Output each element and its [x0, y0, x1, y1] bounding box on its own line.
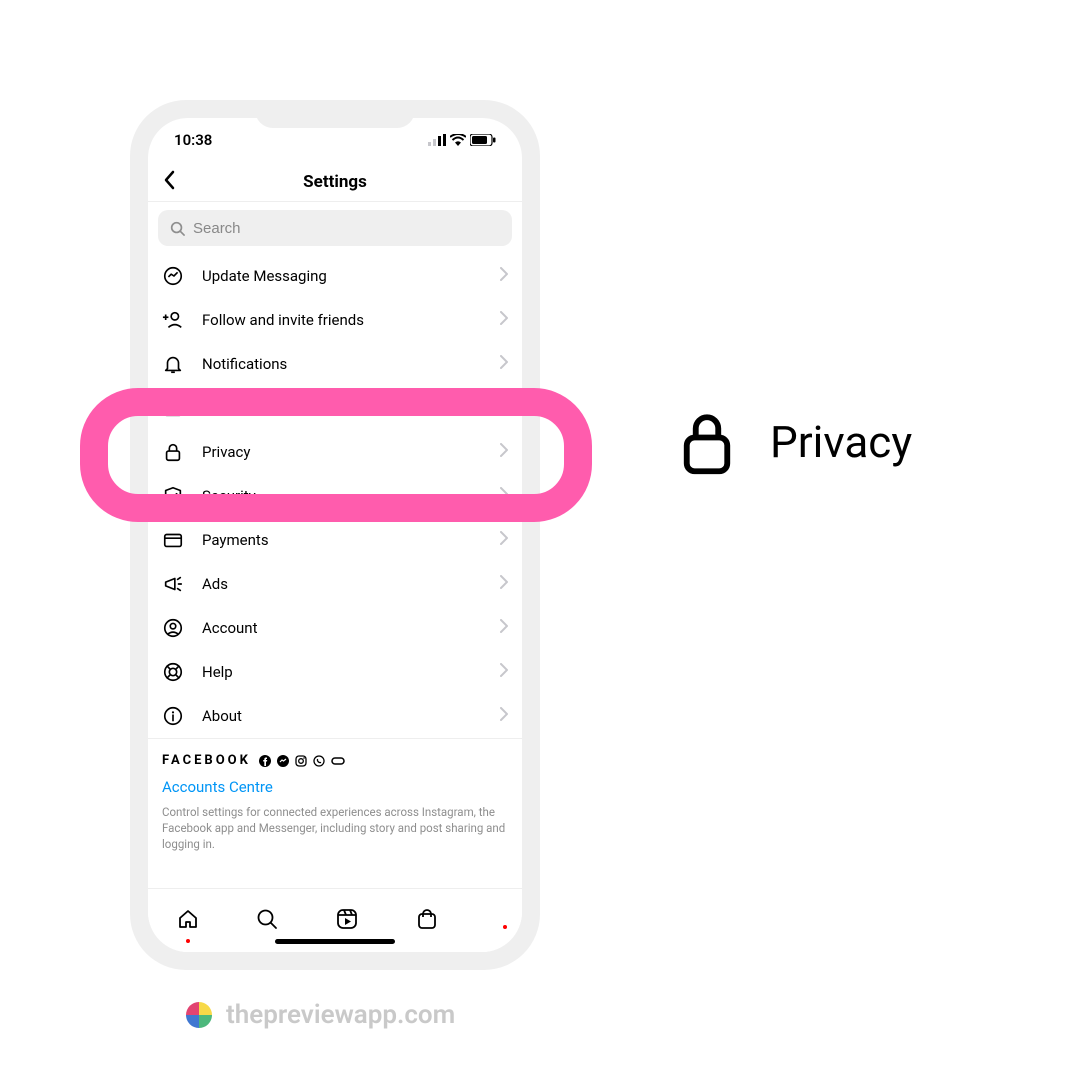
row-label: Update Messaging — [202, 267, 482, 285]
search-field[interactable] — [158, 210, 512, 246]
home-icon — [176, 907, 200, 931]
settings-list: Update Messaging Follow and invite frien… — [148, 254, 522, 738]
row-account[interactable]: Account — [148, 606, 522, 650]
chevron-right-icon — [500, 531, 508, 545]
chevron-right-icon — [500, 267, 508, 281]
search-container — [148, 202, 522, 254]
accounts-centre-section: FACEBOOK Accounts Centre Control setting… — [148, 738, 522, 862]
phone-screen: 10:38 Settings Update Mes — [148, 118, 522, 952]
row-label: Ads — [202, 575, 482, 593]
briefcase-icon — [162, 397, 184, 419]
search-icon — [255, 907, 279, 931]
bell-icon — [162, 353, 184, 375]
preview-app-logo-icon — [186, 1002, 212, 1028]
whatsapp-small-icon — [313, 755, 325, 767]
tab-shop[interactable] — [415, 907, 439, 935]
messenger-small-icon — [277, 755, 289, 767]
status-time: 10:38 — [174, 131, 212, 149]
status-icons — [428, 134, 496, 146]
lock-icon — [162, 441, 184, 463]
accounts-centre-description: Control settings for connected experienc… — [162, 804, 508, 852]
shield-check-icon — [162, 485, 184, 507]
row-privacy[interactable]: Privacy — [148, 430, 522, 474]
row-payments[interactable]: Payments — [148, 518, 522, 562]
back-button[interactable] — [162, 170, 176, 194]
messenger-icon — [162, 265, 184, 287]
battery-icon — [470, 134, 496, 146]
row-notifications[interactable]: Notifications — [148, 342, 522, 386]
chevron-right-icon — [500, 707, 508, 721]
page-title: Settings — [303, 172, 367, 192]
search-icon — [170, 221, 185, 236]
person-circle-icon — [162, 617, 184, 639]
tab-reels[interactable] — [335, 907, 359, 935]
phone-notch — [255, 100, 415, 128]
instagram-small-icon — [295, 755, 307, 767]
callout-label: Privacy — [770, 416, 912, 468]
shop-icon — [415, 907, 439, 931]
chevron-right-icon — [500, 619, 508, 633]
phone-frame: 10:38 Settings Update Mes — [130, 100, 540, 970]
row-update-messaging[interactable]: Update Messaging — [148, 254, 522, 298]
wifi-icon — [450, 134, 466, 146]
tab-search[interactable] — [255, 907, 279, 935]
home-indicator — [275, 939, 395, 944]
facebook-icon — [259, 755, 271, 767]
chevron-right-icon — [500, 575, 508, 589]
chevron-right-icon — [500, 311, 508, 325]
row-label: Security — [202, 487, 482, 505]
row-label: Follow and invite friends — [202, 311, 482, 329]
row-label: Help — [202, 663, 482, 681]
chevron-right-icon — [500, 663, 508, 677]
card-icon — [162, 529, 184, 551]
reels-icon — [335, 907, 359, 931]
chevron-left-icon — [162, 170, 176, 190]
row-security[interactable]: Security — [148, 474, 522, 518]
facebook-brand: FACEBOOK — [162, 753, 251, 768]
lifebuoy-icon — [162, 661, 184, 683]
info-icon — [162, 705, 184, 727]
cellular-icon — [428, 134, 446, 146]
accounts-centre-link[interactable]: Accounts Centre — [162, 778, 508, 796]
oculus-small-icon — [331, 755, 345, 767]
chevron-right-icon — [500, 487, 508, 501]
chevron-right-icon — [500, 443, 508, 457]
row-about[interactable]: About — [148, 694, 522, 738]
row-follow-invite[interactable]: Follow and invite friends — [148, 298, 522, 342]
row-label: Notifications — [202, 355, 482, 373]
chevron-right-icon — [500, 355, 508, 369]
row-label: Privacy — [202, 443, 482, 461]
brand-app-icons — [259, 755, 345, 767]
chevron-right-icon — [500, 399, 508, 413]
row-label: About — [202, 707, 482, 725]
watermark-text: thepreviewapp.com — [226, 1000, 455, 1030]
row-label: Payments — [202, 531, 482, 549]
row-ads[interactable]: Ads — [148, 562, 522, 606]
nav-header: Settings — [148, 162, 522, 202]
search-input[interactable] — [193, 220, 500, 237]
add-person-icon — [162, 309, 184, 331]
row-help[interactable]: Help — [148, 650, 522, 694]
row-label: Account — [202, 619, 482, 637]
watermark: thepreviewapp.com — [186, 1000, 455, 1030]
tab-home[interactable] — [176, 907, 200, 935]
row-business[interactable]: Business — [148, 386, 522, 430]
megaphone-icon — [162, 573, 184, 595]
row-label: Business — [202, 399, 482, 417]
lock-icon — [680, 408, 734, 476]
privacy-callout: Privacy — [680, 408, 912, 476]
